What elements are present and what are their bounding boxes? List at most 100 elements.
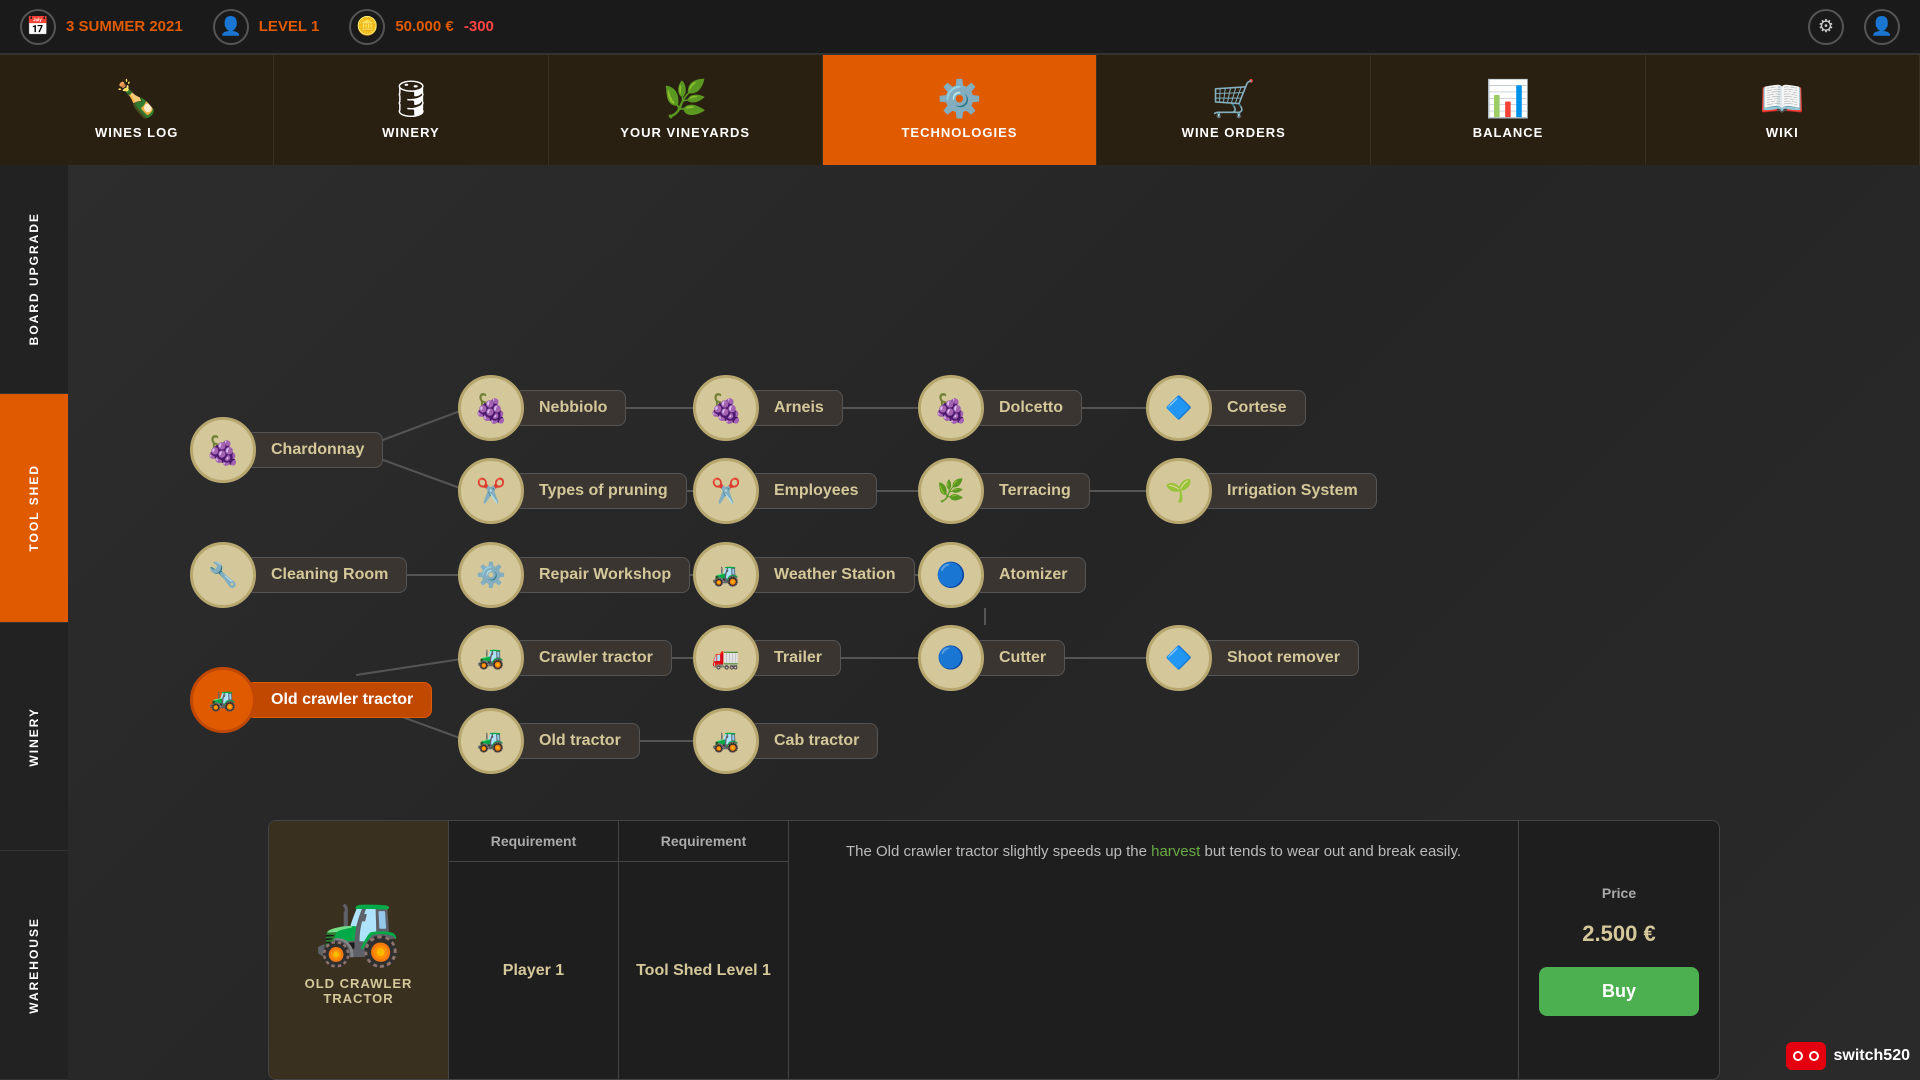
wine-orders-label: WINE ORDERS [1182,125,1286,140]
cutter-icon: 🔵 [918,625,984,691]
old-tractor-label: Old tractor [514,723,640,759]
balance-text: 50.000 € -300 [395,18,494,35]
sidebar-item-warehouse[interactable]: WAREHOUSE [0,851,68,1080]
node-cortese[interactable]: 🔷 Cortese [1146,375,1306,441]
cab-tractor-label: Cab tractor [749,723,878,759]
switch-logo: switch520 [1786,1042,1910,1070]
repair-label: Repair Workshop [514,557,690,593]
node-irrigation-system[interactable]: 🌱 Irrigation System [1146,458,1377,524]
wiki-label: WIKI [1766,125,1799,140]
req1-value: Player 1 [449,862,619,1079]
winery-label: WINERY [382,125,440,140]
node-chardonnay[interactable]: 🍇 Chardonnay [190,417,383,483]
trailer-label: Trailer [749,640,841,676]
node-dolcetto[interactable]: 🍇 Dolcetto [918,375,1082,441]
node-cutter[interactable]: 🔵 Cutter [918,625,1065,691]
node-cab-tractor[interactable]: 🚜 Cab tractor [693,708,878,774]
vineyards-icon: 🌿 [663,81,708,117]
detail-image-section: 🚜 OLD CRAWLER TRACTOR [269,821,449,1079]
node-crawler-tractor[interactable]: 🚜 Crawler tractor [458,625,672,691]
sidebar-item-winery[interactable]: WINERY [0,623,68,852]
detail-price-section: Price 2.500 € Buy [1519,821,1719,1079]
side-tabs: BOARD UPGRADE TOOL SHED WINERY WAREHOUSE [0,165,68,1080]
calendar-icon: 📅 [20,9,56,45]
node-arneis[interactable]: 🍇 Arneis [693,375,843,441]
wine-orders-icon: 🛒 [1211,81,1256,117]
tab-technologies[interactable]: ⚙️ TECHNOLOGIES [823,55,1097,165]
detail-panel: 🚜 OLD CRAWLER TRACTOR Requirement Requir… [268,820,1720,1080]
wines-log-label: WINES LOG [95,125,178,140]
node-weather-station[interactable]: 🚜 Weather Station [693,542,915,608]
employees-icon: ✂️ [693,458,759,524]
chardonnay-icon: 🍇 [190,417,256,483]
cleaning-label: Cleaning Room [246,557,407,593]
node-atomizer[interactable]: 🔵 Atomizer [918,542,1086,608]
arneis-icon: 🍇 [693,375,759,441]
balance-icon: 📊 [1486,81,1531,117]
node-trailer[interactable]: 🚛 Trailer [693,625,841,691]
node-old-crawler-tractor[interactable]: 🚜 Old crawler tractor [190,667,432,733]
warehouse-label: WAREHOUSE [27,917,41,1014]
vineyards-label: YOUR VINEYARDS [620,125,750,140]
nebbiolo-label: Nebbiolo [514,390,626,426]
node-cleaning-room[interactable]: 🔧 Cleaning Room [190,542,407,608]
detail-item-icon: 🚜 [315,894,402,964]
node-nebbiolo[interactable]: 🍇 Nebbiolo [458,375,626,441]
detail-requirements: Requirement Requirement Player 1 Tool Sh… [449,821,789,1079]
switch-label: switch520 [1834,1047,1910,1065]
season-info: 📅 3 SUMMER 2021 [20,9,183,45]
balance-info: 🪙 50.000 € -300 [349,9,494,45]
crawler-icon: 🚜 [458,625,524,691]
tab-balance[interactable]: 📊 BALANCE [1371,55,1645,165]
main-area: BOARD UPGRADE TOOL SHED WINERY WAREHOUSE [0,165,1920,1080]
buy-button[interactable]: Buy [1539,967,1699,1016]
highlight-word: harvest [1151,843,1200,860]
arneis-label: Arneis [749,390,843,426]
winery-icon: 🛢 [388,81,434,117]
cleaning-icon: 🔧 [190,542,256,608]
tool-shed-label: TOOL SHED [27,464,41,552]
old-crawler-label: Old crawler tractor [246,682,432,718]
balance-label: BALANCE [1473,125,1544,140]
node-repair-workshop[interactable]: ⚙️ Repair Workshop [458,542,690,608]
wiki-icon: 📖 [1760,81,1805,117]
atomizer-icon: 🔵 [918,542,984,608]
weather-icon: 🚜 [693,542,759,608]
node-employees[interactable]: ✂️ Employees [693,458,877,524]
profile-button[interactable]: 👤 [1864,9,1900,45]
nebbiolo-icon: 🍇 [458,375,524,441]
cutter-label: Cutter [974,640,1065,676]
req2-header: Requirement [619,821,788,861]
dolcetto-icon: 🍇 [918,375,984,441]
season-text: 3 SUMMER 2021 [66,18,183,35]
switch-icon [1786,1042,1826,1070]
price-header: Price [1602,885,1636,901]
price-value: 2.500 € [1582,921,1655,947]
cortese-label: Cortese [1202,390,1306,426]
board-upgrade-label: BOARD UPGRADE [27,212,41,345]
cab-tractor-icon: 🚜 [693,708,759,774]
tab-wines-log[interactable]: 🍾 WINES LOG [0,55,274,165]
tab-winery[interactable]: 🛢 WINERY [274,55,548,165]
node-shoot-remover[interactable]: 🔷 Shoot remover [1146,625,1359,691]
node-old-tractor[interactable]: 🚜 Old tractor [458,708,640,774]
terracing-icon: 🌿 [918,458,984,524]
atomizer-label: Atomizer [974,557,1086,593]
trailer-icon: 🚛 [693,625,759,691]
top-bar-left: 📅 3 SUMMER 2021 👤 LEVEL 1 🪙 50.000 € -30… [20,9,494,45]
tab-wine-orders[interactable]: 🛒 WINE ORDERS [1097,55,1371,165]
content-area: 🍇 Chardonnay 🍇 Nebbiolo 🍇 Arneis 🍇 Dolce… [68,165,1920,1080]
req1-header: Requirement [449,821,619,861]
node-types-of-pruning[interactable]: ✂️ Types of pruning [458,458,687,524]
tab-wiki[interactable]: 📖 WIKI [1646,55,1920,165]
detail-item-title: OLD CRAWLER TRACTOR [289,976,428,1006]
settings-button[interactable]: ⚙ [1808,9,1844,45]
winery-side-label: WINERY [27,707,41,767]
sidebar-item-board-upgrade[interactable]: BOARD UPGRADE [0,165,68,394]
detail-desc-text: The Old crawler tractor slightly speeds … [809,841,1498,864]
sidebar-item-tool-shed[interactable]: TOOL SHED [0,394,68,623]
node-terracing[interactable]: 🌿 Terracing [918,458,1090,524]
pruning-icon: ✂️ [458,458,524,524]
dolcetto-label: Dolcetto [974,390,1082,426]
tab-your-vineyards[interactable]: 🌿 YOUR VINEYARDS [549,55,823,165]
